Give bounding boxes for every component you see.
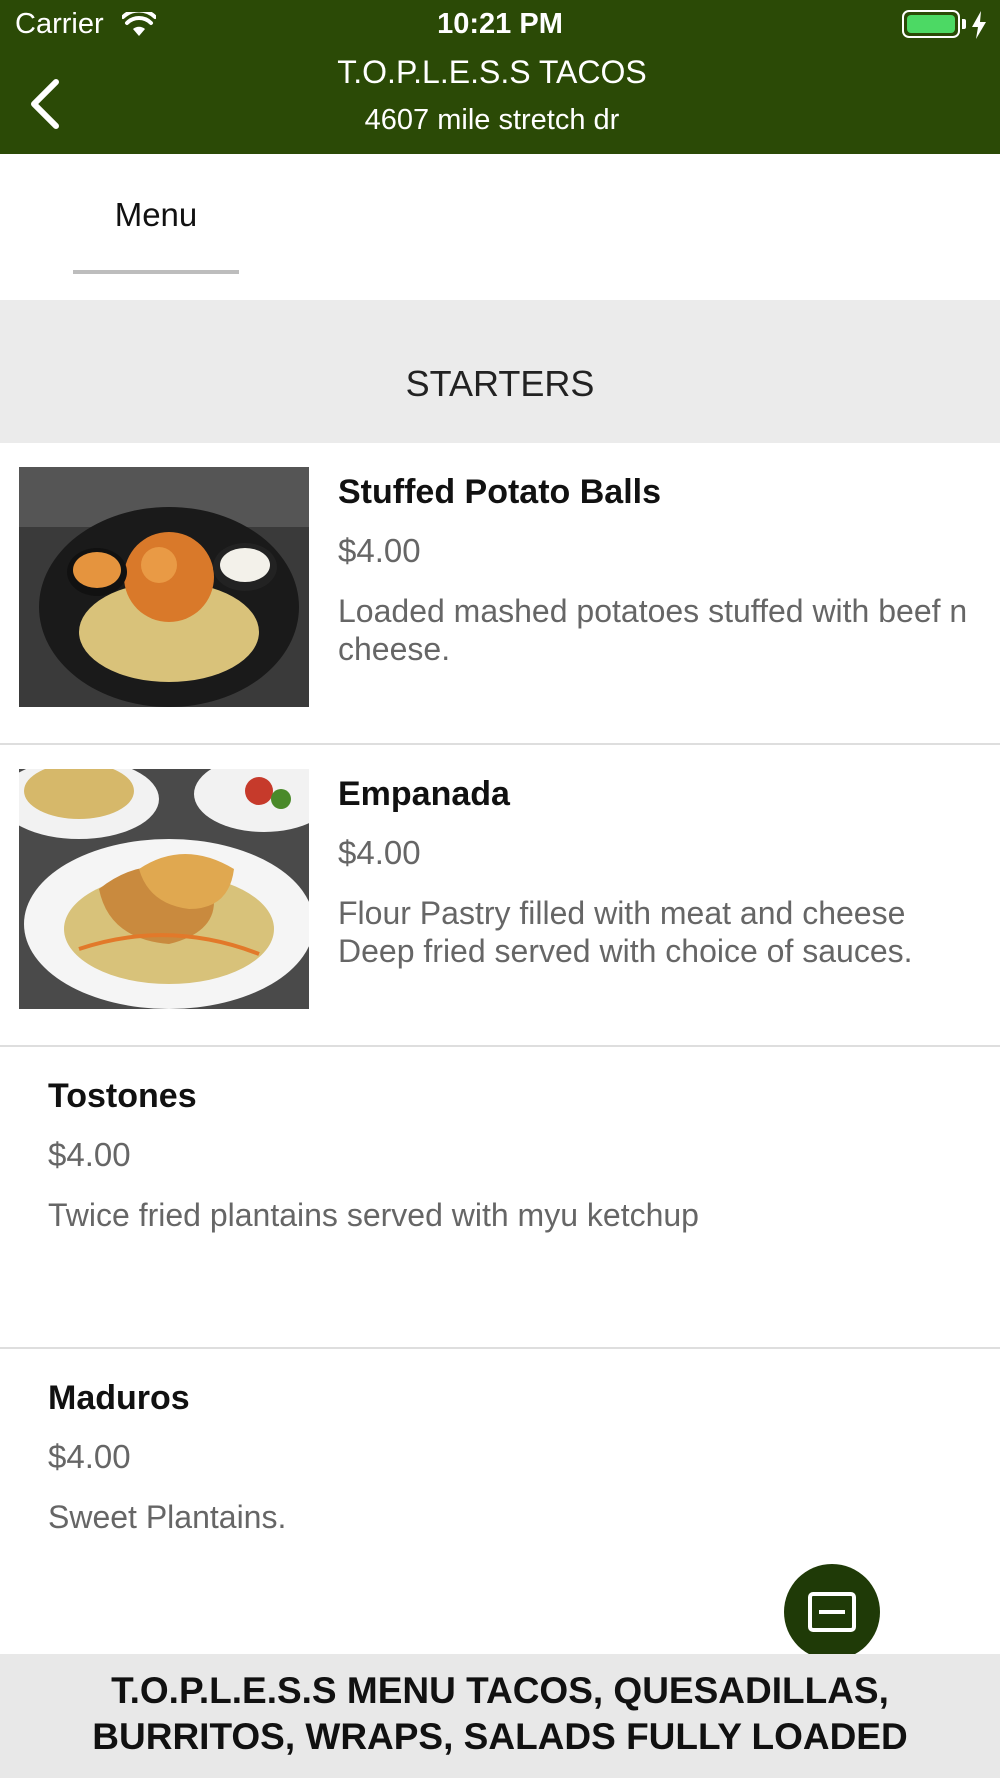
restaurant-title: T.O.P.L.E.S.S TACOS (337, 54, 647, 90)
menu-item-empanada[interactable]: Empanada $4.00 Flour Pastry filled with … (0, 745, 1000, 1047)
section-title: STARTERS (405, 363, 595, 404)
restaurant-address: 4607 mile stretch dr (364, 104, 620, 136)
item-price: $4.00 (338, 834, 421, 871)
tab-bar: Menu (0, 154, 1000, 300)
stuffed-potato-balls-image (19, 467, 309, 707)
tab-menu[interactable]: Menu (73, 154, 239, 276)
item-price: $4.00 (338, 532, 421, 569)
empanada-image (19, 769, 309, 1009)
charging-bolt-icon (972, 11, 986, 39)
item-description: Loaded mashed potatoes stuffed with beef… (338, 593, 968, 667)
item-name: Maduros (48, 1379, 190, 1417)
cart-button[interactable] (784, 1564, 880, 1660)
menu-item-stuffed-potato-balls[interactable]: Stuffed Potato Balls $4.00 Loaded mashed… (0, 443, 1000, 745)
footer-text: T.O.P.L.E.S.S MENU TACOS, QUESADILLAS, B… (92, 1670, 908, 1757)
battery-tip (962, 19, 966, 29)
battery-level (907, 15, 955, 33)
menu-item-tostones[interactable]: Tostones $4.00 Twice fried plantains ser… (0, 1047, 1000, 1349)
nav-header: Carrier 10:21 PM T.O.P.L.E.S.S TACOS 460… (0, 0, 1000, 154)
item-name: Stuffed Potato Balls (338, 473, 662, 511)
section-header: STARTERS (0, 300, 1000, 443)
cart-icon (808, 1592, 856, 1632)
item-description: Flour Pastry filled with meat and cheese… (338, 895, 913, 969)
item-price: $4.00 (48, 1136, 131, 1173)
footer-banner: T.O.P.L.E.S.S MENU TACOS, QUESADILLAS, B… (0, 1654, 1000, 1778)
status-bar: Carrier 10:21 PM (0, 0, 1000, 48)
status-time: 10:21 PM (437, 8, 563, 40)
item-description: Twice fried plantains served with myu ke… (48, 1197, 699, 1233)
item-name: Empanada (338, 775, 510, 813)
tab-selected-indicator (73, 270, 239, 274)
tab-menu-label: Menu (114, 196, 198, 233)
battery-icon (902, 10, 960, 38)
item-name: Tostones (48, 1077, 197, 1115)
item-price: $4.00 (48, 1438, 131, 1475)
item-description: Sweet Plantains. (48, 1499, 287, 1535)
